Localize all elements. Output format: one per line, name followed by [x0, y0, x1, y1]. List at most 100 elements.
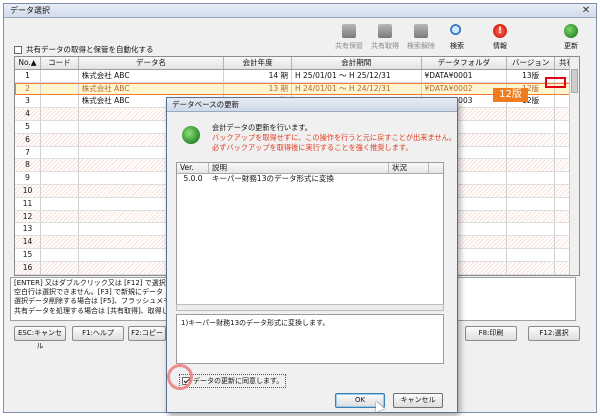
cell-no: 13	[15, 223, 41, 237]
f1-help-button[interactable]: F1:ヘルプ	[72, 326, 124, 341]
col-status: 状況	[389, 163, 429, 173]
dialog-warning-line: バックアップを取得せずに、この操作を行うと元に戻すことが出来ません。	[212, 133, 456, 142]
title-bar: データ選択 ✕	[4, 4, 596, 18]
col-version[interactable]: バージョン	[507, 57, 556, 69]
col-folder[interactable]: データフォルダ	[422, 57, 508, 69]
cell-version	[507, 120, 556, 134]
cell-version	[507, 197, 556, 211]
cell-no: 7	[15, 146, 41, 160]
cell-code	[40, 197, 79, 211]
col-ver: Ver.	[177, 163, 209, 173]
scrollbar-thumb[interactable]	[571, 69, 578, 93]
cell-no: 16	[15, 261, 41, 275]
dialog-message: 会計データの更新を行います。 バックアップを取得せずに、この操作を行うと元に戻す…	[212, 123, 456, 153]
status-cell	[389, 174, 429, 185]
agree-label: データの更新に同意します。	[193, 377, 284, 385]
cell-code	[40, 261, 79, 275]
f8-print-button[interactable]: F8:印刷	[465, 326, 517, 341]
cell-code	[40, 69, 79, 83]
dialog-title: データベースの更新	[167, 98, 457, 112]
cell-code	[40, 133, 79, 147]
update-icon	[182, 126, 200, 144]
cell-no: 10	[15, 184, 41, 198]
version-row[interactable]: 5.0.0 キーパー財務13のデータ形式に変換	[177, 174, 443, 185]
share-fetch-icon	[378, 24, 392, 38]
cell-period: H 25/01/01 ～ H 25/12/31	[292, 69, 422, 83]
cell-no: 4	[15, 108, 41, 121]
cell-code	[40, 159, 79, 173]
cell-version	[507, 146, 556, 160]
cell-no: 11	[15, 197, 41, 211]
cell-version	[507, 223, 556, 237]
cell-version	[507, 184, 556, 198]
share-store-icon	[342, 24, 356, 38]
col-period[interactable]: 会計期間	[292, 57, 422, 69]
version-highlight	[545, 77, 566, 88]
version-detail: 1)キーパー財務13のデータ形式に変換します。	[176, 314, 444, 364]
cell-no: 5	[15, 120, 41, 134]
cell-code	[40, 184, 79, 198]
close-icon[interactable]: ✕	[576, 5, 596, 16]
cancel-button[interactable]: キャンセル	[393, 393, 443, 408]
version-table-header: Ver. 説明 状況	[177, 163, 443, 174]
auto-share-label: 共有データの取得と保管を自動化する	[26, 45, 154, 54]
share-store-button[interactable]: 共有保管	[330, 24, 368, 51]
update-button[interactable]: 更新	[552, 24, 590, 51]
cell-code	[40, 95, 79, 109]
cell-code	[40, 223, 79, 237]
cell-version	[507, 248, 556, 262]
cell-version	[507, 210, 556, 224]
cell-period: H 24/01/01 ～ H 24/12/31	[292, 82, 422, 96]
cell-version	[507, 108, 556, 121]
auto-share-checkbox[interactable]	[14, 45, 22, 54]
update-label: 更新	[564, 42, 578, 50]
cell-name: 株式会社 ABC	[78, 69, 225, 83]
update-icon	[564, 24, 578, 38]
cell-version	[507, 236, 556, 249]
f2-copy-button[interactable]: F2:コピー	[128, 326, 166, 341]
grid-header: No.▲ コード データ名 会計年度 会計期間 データフォルダ バージョン 共有	[15, 57, 579, 70]
search-clear-button[interactable]: 検索解除	[402, 24, 440, 51]
cell-code	[40, 210, 79, 224]
f12-select-button[interactable]: F12:選択	[528, 326, 580, 341]
cell-no: 2	[15, 82, 41, 96]
window-title: データ選択	[10, 6, 50, 15]
version-callout: 12版	[493, 88, 528, 102]
cell-no: 9	[15, 172, 41, 185]
cell-year: 13 期	[224, 82, 293, 96]
auto-share-option[interactable]: 共有データの取得と保管を自動化する	[14, 44, 154, 55]
agree-highlight-ring	[167, 364, 193, 390]
col-no[interactable]: No.▲	[15, 57, 41, 69]
esc-cancel-button[interactable]: ESC:キャンセル	[14, 326, 66, 350]
col-code[interactable]: コード	[41, 57, 79, 69]
version-table: Ver. 説明 状況 5.0.0 キーパー財務13のデータ形式に変換	[176, 162, 444, 306]
info-button[interactable]: ! 情報	[481, 24, 519, 51]
cell-code	[40, 108, 79, 121]
cell-folder: ¥DATA¥0001	[421, 69, 508, 83]
info-icon: !	[493, 24, 507, 38]
search-icon	[450, 24, 464, 38]
cell-code	[40, 248, 79, 262]
cell-code	[40, 172, 79, 185]
cell-name: 株式会社 ABC	[78, 82, 225, 96]
description-cell: キーパー財務13のデータ形式に変換	[212, 174, 334, 183]
agree-option[interactable]: データの更新に同意します。	[179, 374, 287, 388]
cell-no: 15	[15, 248, 41, 262]
col-name[interactable]: データ名	[79, 57, 225, 69]
col-year[interactable]: 会計年度	[224, 57, 293, 69]
dialog-message-line: 会計データの更新を行います。	[212, 123, 312, 132]
search-button[interactable]: 検索	[438, 24, 476, 51]
cell-code	[40, 146, 79, 160]
cell-no: 12	[15, 210, 41, 224]
search-clear-icon	[414, 24, 428, 38]
grid-scrollbar[interactable]	[569, 57, 579, 275]
db-update-dialog: データベースの更新 会計データの更新を行います。 バックアップを取得せずに、この…	[166, 97, 458, 413]
table-row[interactable]: 1 株式会社 ABC 14 期H 25/01/01 ～ H 25/12/31 ¥DAT…	[15, 69, 579, 83]
cell-code	[40, 82, 79, 96]
version-table-hscroll[interactable]	[176, 304, 444, 311]
share-fetch-label: 共有取得	[371, 42, 399, 50]
cell-version	[507, 261, 556, 275]
share-store-label: 共有保管	[335, 42, 363, 50]
share-fetch-button[interactable]: 共有取得	[366, 24, 404, 51]
search-clear-label: 検索解除	[407, 42, 435, 50]
